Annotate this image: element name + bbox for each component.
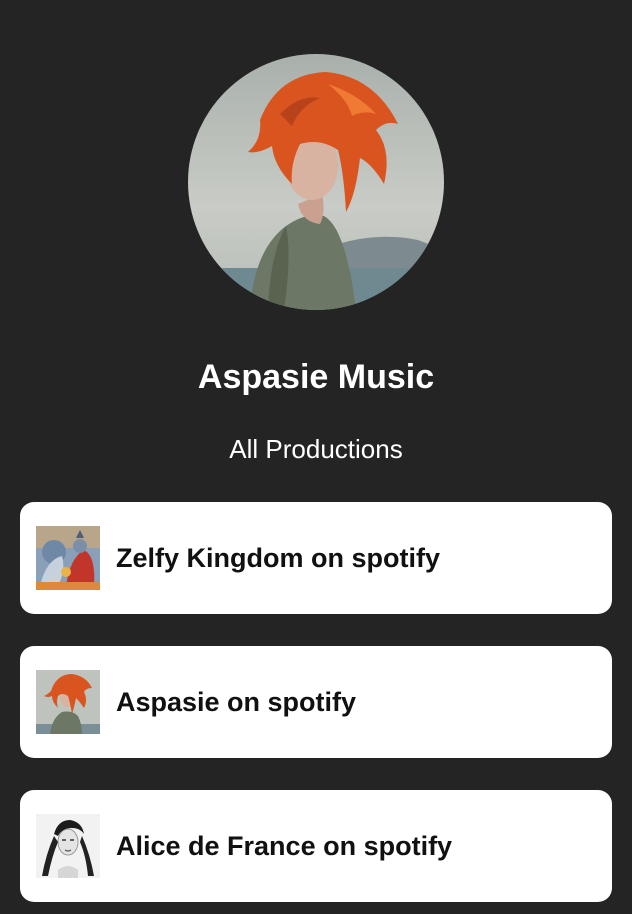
link-thumbnail [36,670,100,734]
link-page: Aspasie Music All Productions Zelfy King… [0,0,632,914]
link-label: Aspasie on spotify [116,687,357,717]
link-label: Alice de France on spotify [116,831,453,861]
link-thumbnail [36,814,100,878]
bw-portrait-thumbnail-icon [36,814,100,878]
link-card-zelfy-kingdom[interactable]: Zelfy Kingdom on spotify [20,502,612,614]
link-card-alice-de-france[interactable]: Alice de France on spotify [20,790,612,902]
portrait-photo-icon [188,54,444,310]
profile-name: Aspasie Music [197,358,435,396]
link-card-aspasie[interactable]: Aspasie on spotify [20,646,612,758]
section-title: All Productions [229,434,403,464]
profile-avatar [188,54,444,310]
fantasy-artwork-thumbnail-icon [36,526,100,590]
link-label: Zelfy Kingdom on spotify [116,543,440,573]
link-thumbnail [36,526,100,590]
portrait-thumbnail-icon [36,670,100,734]
